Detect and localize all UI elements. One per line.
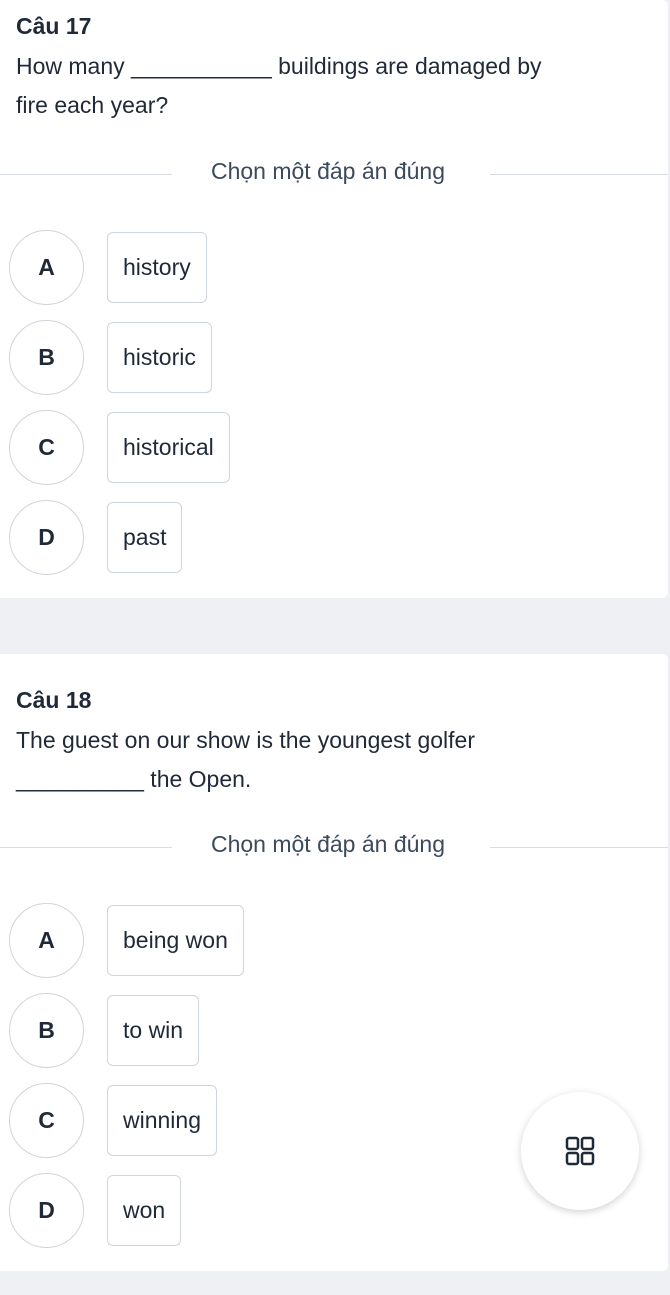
- option-c-answer[interactable]: historical: [107, 412, 230, 483]
- option-c-radio[interactable]: C: [9, 410, 84, 485]
- divider-line: [490, 174, 668, 175]
- question-title: Câu 18: [16, 687, 92, 713]
- option-d-radio[interactable]: D: [9, 500, 84, 575]
- divider-label: Chọn một đáp án đúng: [210, 158, 445, 184]
- question-text-line: The guest on our show is the youngest go…: [16, 727, 476, 753]
- divider-line: [490, 847, 668, 848]
- grid-icon: [565, 1136, 595, 1166]
- option-a-radio[interactable]: A: [9, 903, 84, 978]
- answer-divider: Chọn một đáp án đúng: [0, 831, 668, 861]
- option-a-answer[interactable]: being won: [107, 905, 244, 976]
- question-text: The guest on our show is the youngest go…: [16, 721, 646, 799]
- option-c-answer[interactable]: winning: [107, 1085, 217, 1156]
- question-text: How many ___________ buildings are damag…: [16, 47, 646, 125]
- option-b-radio[interactable]: B: [9, 993, 84, 1068]
- option-d-answer[interactable]: past: [107, 502, 183, 573]
- question-grid-button[interactable]: [521, 1092, 639, 1210]
- option-b-answer[interactable]: to win: [107, 995, 200, 1066]
- question-title: Câu 17: [16, 13, 92, 39]
- option-d-answer[interactable]: won: [107, 1175, 182, 1246]
- question-text-line: How many ___________ buildings are damag…: [16, 53, 542, 79]
- option-a-answer[interactable]: history: [107, 232, 207, 303]
- question-text-line: __________ the Open.: [16, 766, 252, 792]
- divider-label: Chọn một đáp án đúng: [210, 831, 445, 857]
- option-b-radio[interactable]: B: [9, 320, 84, 395]
- option-d-radio[interactable]: D: [9, 1173, 84, 1248]
- question-text-line: fire each year?: [16, 92, 169, 118]
- option-b-answer[interactable]: historic: [107, 322, 212, 393]
- option-c-radio[interactable]: C: [9, 1083, 84, 1158]
- answer-divider: Chọn một đáp án đúng: [0, 158, 668, 188]
- quiz-page: Câu 17 How many ___________ buildings ar…: [0, 0, 670, 1295]
- option-a-radio[interactable]: A: [9, 230, 84, 305]
- question-card: Câu 17 How many ___________ buildings ar…: [0, 0, 668, 598]
